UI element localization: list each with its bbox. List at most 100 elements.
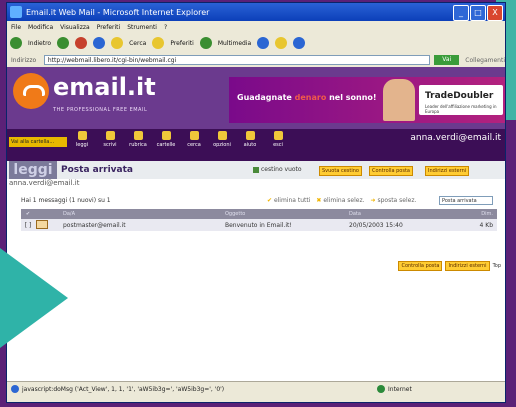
multimedia-button[interactable]: Multimedia [218,40,251,47]
envelope-icon [35,219,49,231]
empty-trash-link[interactable]: cestino vuoto [253,166,302,173]
bottom-buttons: Controlla posta Indirizzi esterni Top [398,261,501,271]
tradedoubler-logo: TradeDoubler Leader dell'affiliazione ma… [419,85,503,115]
header-subject[interactable]: Oggetto [225,211,349,217]
row-subject[interactable]: Benvenuto in Email.it! [225,222,349,229]
title-bar: Email.it Web Mail - Microsoft Internet E… [7,3,505,21]
menu-tools[interactable]: Strumenti [127,24,157,31]
home-icon[interactable] [111,37,124,49]
status-ie-icon [11,385,19,393]
favorites-button[interactable]: Preferiti [170,40,194,47]
browser-window: Email.it Web Mail - Microsoft Internet E… [6,2,506,403]
row-date: 20/05/2003 15:40 [349,221,403,229]
header-size[interactable]: Dim. [445,211,497,217]
favorites-icon[interactable] [152,37,165,49]
message-count: Hai 1 messaggi (1 nuovi) su 1 [21,197,111,204]
message-actions: ✔ elimina tutti ✖ elimina selez. ➜ spost… [267,197,416,204]
minimize-button[interactable]: _ [453,5,469,21]
folder-select[interactable]: Posta arrivata [439,196,493,205]
globe-icon [377,385,385,393]
window-title: Email.it Web Mail - Microsoft Internet E… [26,7,210,17]
brand-name: email.it [53,73,156,101]
nav-leggi[interactable]: leggi [71,131,93,148]
menu-bar: File Modifica Visualizza Preferiti Strum… [7,21,505,33]
indirizzi-esterni-button-bottom[interactable]: Indirizzi esterni [445,261,490,271]
banner-text: Guadagnate denaro nel sonno! [237,93,377,102]
write-icon [105,131,115,140]
arrow-graphic [0,248,68,348]
move-selected-link[interactable]: ➜ sposta selez. [371,197,417,204]
address-label: Indirizzo [11,56,37,64]
refresh-icon[interactable] [93,37,106,49]
account-name: anna.verdi@email.it [410,133,501,143]
ad-banner[interactable]: Guadagnate denaro nel sonno! TradeDouble… [229,77,505,123]
controlla-posta-button[interactable]: Controlla posta [369,166,413,176]
menu-file[interactable]: File [11,24,21,31]
status-text: javascript:doMsg ('Act_View', 1, 1, '1',… [22,385,225,393]
history-icon[interactable] [257,37,270,49]
go-button[interactable]: Vai [434,55,460,65]
brand-tagline: THE PROFESSIONAL FREE EMAIL [53,107,148,113]
zone-label: Internet [388,385,412,393]
search-icon [189,131,199,140]
print-icon[interactable] [293,37,306,49]
banner-person-image [383,79,415,121]
section-bar: leggi Posta arrivata cestino vuoto Svuot… [7,161,505,179]
menu-edit[interactable]: Modifica [28,24,53,31]
check-all-icon[interactable]: ✔ [21,211,35,217]
multimedia-icon[interactable] [199,37,212,49]
nav-esci[interactable]: esci [267,131,289,148]
section-leggi: leggi [9,161,57,179]
status-bar: javascript:doMsg ('Act_View', 1, 1, '1',… [7,381,505,396]
nav-aiuto[interactable]: aiuto [239,131,261,148]
table-row[interactable]: [ ] postmaster@email.it Benvenuto in Ema… [21,219,497,231]
mail-icon[interactable] [275,37,288,49]
row-checkbox[interactable]: [ ] [21,222,35,229]
folder-dropdown[interactable]: Vai alla cartella... [9,137,67,147]
menu-view[interactable]: Visualizza [60,24,90,31]
menu-help[interactable]: ? [164,24,167,31]
trash-icon [253,166,259,173]
address-url: http://webmail.libero.it/cgi-bin/webmail… [47,56,177,64]
site-header: email.it THE PROFESSIONAL FREE EMAIL Gua… [7,67,505,129]
window-controls: _ □ X [453,5,503,21]
delete-all-link[interactable]: ✔ elimina tutti [267,197,310,204]
user-email: anna.verdi@email.it [9,179,80,187]
message-summary: Hai 1 messaggi (1 nuovi) su 1 ✔ elimina … [21,196,497,207]
read-icon [77,131,87,140]
maximize-button[interactable]: □ [470,5,486,21]
folders-icon [161,131,171,140]
delete-selected-link[interactable]: ✖ elimina selez. [316,197,364,204]
svuota-cestino-button[interactable]: Svuota cestino [319,166,362,176]
indirizzi-esterni-button[interactable]: Indirizzi esterni [425,166,470,176]
forward-icon[interactable] [57,37,70,49]
top-link[interactable]: Top [493,263,501,269]
security-zone: Internet [377,385,412,393]
row-from[interactable]: postmaster@email.it [49,222,225,229]
menu-favorites[interactable]: Preferiti [97,24,121,31]
site-nav: Vai alla cartella... leggi scrivi rubric… [7,129,505,161]
address-input[interactable]: http://webmail.libero.it/cgi-bin/webmail… [43,55,431,65]
nav-cerca[interactable]: cerca [183,131,205,148]
back-button[interactable]: Indietro [28,40,51,47]
back-icon[interactable] [10,37,22,49]
nav-icons: leggi scrivi rubrica cartelle cerca opzi… [71,131,289,148]
nav-cartelle[interactable]: cartelle [155,131,177,148]
nav-opzioni[interactable]: opzioni [211,131,233,148]
stop-icon[interactable] [75,37,88,49]
links-button[interactable]: Collegamenti [465,57,505,64]
folder-title: Posta arrivata [61,165,133,175]
row-size: 4 Kb [479,221,493,229]
header-from[interactable]: Da/A [49,211,225,217]
nav-rubrica[interactable]: rubrica [127,131,149,148]
header-date[interactable]: Data [349,211,445,217]
email-logo-icon [13,73,49,109]
help-icon [245,131,255,140]
options-icon [217,131,227,140]
controlla-posta-button-bottom[interactable]: Controlla posta [398,261,443,271]
nav-scrivi[interactable]: scrivi [99,131,121,148]
close-button[interactable]: X [487,5,503,21]
ie-icon [10,6,22,18]
exit-icon [273,131,283,140]
search-button[interactable]: Cerca [129,40,146,47]
